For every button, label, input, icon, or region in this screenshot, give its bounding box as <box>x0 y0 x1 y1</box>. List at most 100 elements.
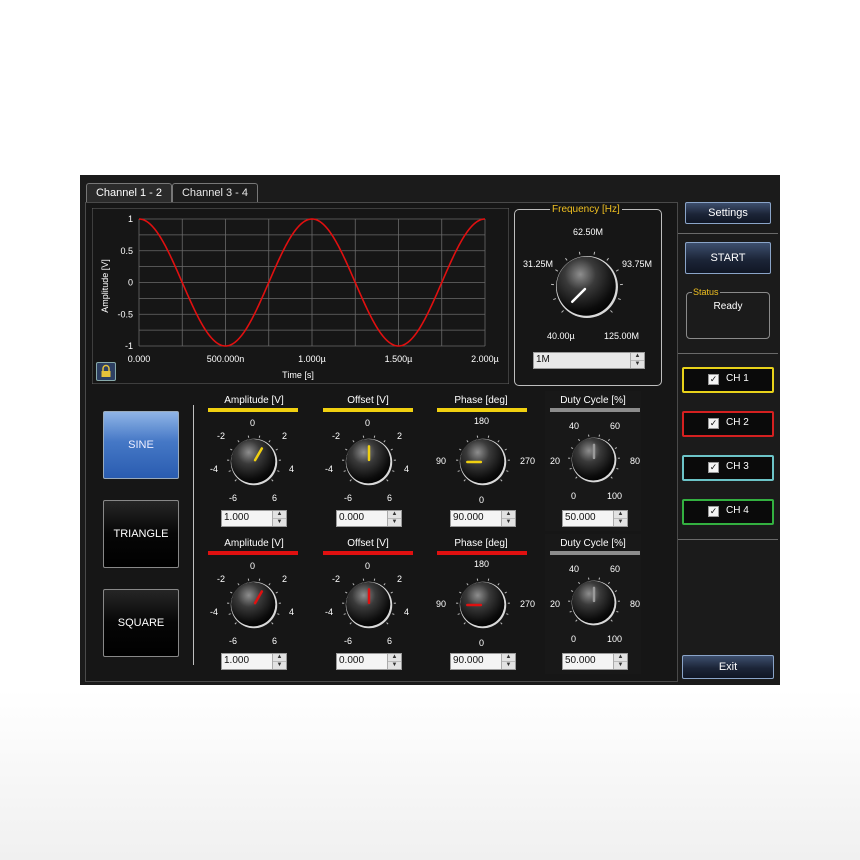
ch2-amplitude-spin[interactable]: ▲ ▼ <box>272 654 286 669</box>
knob-tick <box>459 591 462 594</box>
ch1-duty-label-20: 20 <box>550 456 561 466</box>
ch2-amp-label-4: 4 <box>289 607 295 617</box>
ch2-phase-spin[interactable]: ▲ ▼ <box>501 654 515 669</box>
ch4-checkbox[interactable]: ✓ <box>708 506 719 517</box>
tab-channel-1-2[interactable]: Channel 1 - 2 <box>86 183 172 202</box>
ch1-amp-label-m4: -4 <box>210 464 219 474</box>
ch3-checkbox[interactable]: ✓ <box>708 462 719 473</box>
knob-tick <box>607 581 610 585</box>
knob-tick <box>506 470 509 472</box>
divider <box>678 353 778 354</box>
ch1-offset-spin[interactable]: ▲ ▼ <box>387 511 401 526</box>
sine-button[interactable]: SINE <box>103 411 179 479</box>
knob-tick <box>561 310 564 313</box>
ch1-amp-label-m6: -6 <box>229 493 238 503</box>
x-tick-label: 500.000n <box>207 354 245 364</box>
ch1-amplitude-bar <box>208 408 298 412</box>
ch1-offset-input[interactable]: 0.000 ▲ ▼ <box>336 510 402 527</box>
ch2-offset-knob[interactable] <box>340 576 398 634</box>
ch2-off-label-6: 6 <box>387 636 393 646</box>
ch1-amp-label-m2: -2 <box>217 431 226 441</box>
lock-button[interactable] <box>96 362 116 381</box>
tab-channel-3-4[interactable]: Channel 3 - 4 <box>172 183 258 202</box>
ch2-phase-knob[interactable] <box>454 576 512 634</box>
ch2-phase-value: 90.000 <box>453 655 484 666</box>
frequency-knob[interactable] <box>549 249 625 325</box>
ch1-duty-knob[interactable] <box>566 432 622 488</box>
ch1-phase-knob[interactable] <box>454 433 512 491</box>
ch2-phase-input[interactable]: 90.000 ▲ ▼ <box>450 653 516 670</box>
ch2-checkbox[interactable]: ✓ <box>708 418 719 429</box>
ch1-phase-label-270: 270 <box>520 456 536 466</box>
knob-tick <box>459 448 462 451</box>
knob-tick <box>506 613 509 615</box>
ch2-amplitude-value: 1.000 <box>224 655 250 666</box>
channel-3-toggle[interactable]: ✓ CH 3 <box>682 455 774 481</box>
knob-tick <box>271 622 274 625</box>
y-tick-label: 0.5 <box>120 246 133 256</box>
ch1-off-label-6: 6 <box>387 493 393 503</box>
knob-tick <box>268 440 271 443</box>
ch1-offset-knob[interactable] <box>340 433 398 491</box>
ch2-amplitude-input[interactable]: 1.000 ▲ ▼ <box>221 653 287 670</box>
channel-1-toggle[interactable]: ✓ CH 1 <box>682 367 774 393</box>
ch2-offset-input[interactable]: 0.000 ▲ ▼ <box>336 653 402 670</box>
knob-tick <box>386 479 389 482</box>
ch2-offset-spin[interactable]: ▲ ▼ <box>387 654 401 669</box>
ch2-duty-spin[interactable]: ▲ ▼ <box>613 654 627 669</box>
frequency-title: Frequency [Hz] <box>550 204 622 215</box>
ch1-duty-input[interactable]: 50.000 ▲ ▼ <box>562 510 628 527</box>
freq-label-bottom-right: 125.00M <box>604 331 640 341</box>
ch1-duty-spin[interactable]: ▲ ▼ <box>613 511 627 526</box>
knob-tick <box>569 467 572 470</box>
frequency-spin-arrows[interactable]: ▲ ▼ <box>630 353 644 368</box>
ch1-phase-bar <box>437 408 527 412</box>
ch1-amplitude-input[interactable]: 1.000 ▲ ▼ <box>221 510 287 527</box>
ch2-duty-knob[interactable] <box>566 575 622 631</box>
ch1-checkbox[interactable]: ✓ <box>708 374 719 385</box>
frequency-select[interactable]: 1M ▲ ▼ <box>533 352 645 369</box>
knob-tick <box>228 613 231 615</box>
knob-tick <box>390 448 393 451</box>
ch1-phase-spin[interactable]: ▲ ▼ <box>501 511 515 526</box>
knob-tick <box>383 440 386 443</box>
square-button[interactable]: SQUARE <box>103 589 179 657</box>
ch2-phase-label-0: 0 <box>479 638 485 648</box>
knob-tick <box>463 622 466 625</box>
ch2-off-label-m2: -2 <box>332 574 341 584</box>
triangle-button[interactable]: TRIANGLE <box>103 500 179 568</box>
x-tick-label: 0.000 <box>128 354 151 364</box>
start-button[interactable]: START <box>685 242 771 274</box>
ch1-amplitude-knob[interactable] <box>225 433 283 491</box>
exit-button[interactable]: Exit <box>682 655 774 679</box>
ch2-duty-input[interactable]: 50.000 ▲ ▼ <box>562 653 628 670</box>
knob-tick <box>343 613 346 615</box>
ch2-phase-bar <box>437 551 527 555</box>
knob-tick <box>607 438 610 442</box>
knob-tick <box>277 470 280 472</box>
knob-tick <box>275 591 278 594</box>
knob-tick <box>345 448 348 451</box>
knob-tick <box>343 470 346 472</box>
ch1-phase-input[interactable]: 90.000 ▲ ▼ <box>450 510 516 527</box>
knob-tick <box>614 590 618 592</box>
knob-tick <box>386 622 389 625</box>
ch2-phase-label-180: 180 <box>474 559 490 569</box>
x-axis-label: Time [s] <box>282 370 314 380</box>
waveform-chart: 0.000 500.000n 1.000µ 1.500µ 2.000µ 1 0.5 0 -0.5… <box>92 208 509 384</box>
lock-icon <box>101 364 111 377</box>
ch2-amplitude-knob[interactable] <box>225 576 283 634</box>
knob-tick <box>237 440 240 443</box>
ch2-phase-label-90: 90 <box>436 599 447 609</box>
ch2-off-label-m6: -6 <box>344 636 353 646</box>
settings-button[interactable]: Settings <box>685 202 771 224</box>
ch1-amplitude-spin[interactable]: ▲ ▼ <box>272 511 286 526</box>
channel-2-toggle[interactable]: ✓ CH 2 <box>682 411 774 437</box>
status-title: Status <box>692 287 720 297</box>
channel-4-toggle[interactable]: ✓ CH 4 <box>682 499 774 525</box>
knob-tick <box>569 610 572 613</box>
knob-tick <box>228 470 231 472</box>
ch2-amplitude-title: Amplitude [V] <box>224 538 284 549</box>
divider <box>678 539 778 540</box>
ch2-off-label-m4: -4 <box>325 607 334 617</box>
